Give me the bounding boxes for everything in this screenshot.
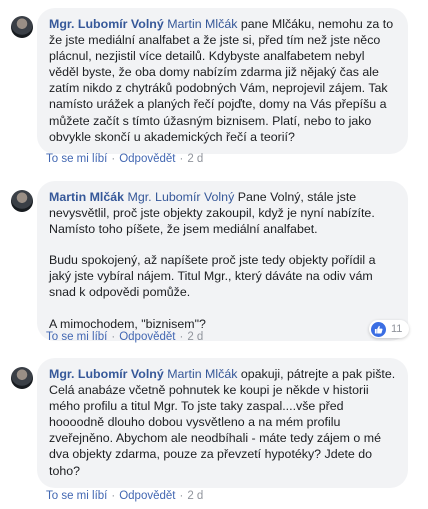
separator-dot: ·: [179, 331, 184, 343]
avatar[interactable]: [11, 16, 33, 38]
timestamp[interactable]: 2 d: [187, 490, 203, 502]
comment-bubble: Mgr. Lubomír Volný Martin Mlčák opakuji,…: [37, 358, 408, 488]
comment-text: Mgr. Lubomír Volný Martin Mlčák pane Mlč…: [49, 16, 396, 145]
comment-bubble: Martin Mlčák Mgr. Lubomír Volný Pane Vol…: [37, 181, 408, 341]
avatar[interactable]: [11, 190, 33, 212]
mention-link[interactable]: Mgr. Lubomír Volný: [128, 190, 235, 204]
author-name[interactable]: Mgr. Lubomír Volný: [49, 17, 164, 31]
reaction-count: 11: [391, 323, 403, 335]
comment-paragraph: A mimochodem, "biznisem"?: [49, 316, 206, 331]
comment-text: Martin Mlčák Mgr. Lubomír Volný Pane Vol…: [49, 189, 396, 237]
comment-actions: To se mi líbí · Odpovědět · 2 d: [46, 490, 203, 502]
thumbs-up-icon: [371, 321, 386, 337]
comment-text: Mgr. Lubomír Volný Martin Mlčák opakuji,…: [49, 366, 396, 479]
mention-link[interactable]: Martin Mlčák: [167, 17, 237, 31]
timestamp[interactable]: 2 d: [187, 331, 203, 343]
mention-link[interactable]: Martin Mlčák: [167, 367, 237, 381]
comment-actions: To se mi líbí · Odpovědět · 2 d: [46, 331, 203, 343]
comment-thread: Mgr. Lubomír Volný Martin Mlčák pane Mlč…: [0, 0, 428, 509]
separator-dot: ·: [111, 331, 116, 343]
avatar[interactable]: [11, 367, 33, 389]
comment-paragraph: Budu spokojený, až napíšete proč jste te…: [49, 253, 376, 300]
reply-link[interactable]: Odpovědět: [119, 153, 175, 165]
comment-actions: To se mi líbí · Odpovědět · 2 d: [46, 153, 203, 165]
separator-dot: ·: [179, 490, 184, 502]
reply-link[interactable]: Odpovědět: [119, 331, 175, 343]
like-link[interactable]: To se mi líbí: [46, 153, 107, 165]
reaction-summary[interactable]: 11: [369, 320, 409, 338]
like-link[interactable]: To se mi líbí: [46, 331, 107, 343]
author-name[interactable]: Martin Mlčák: [49, 190, 124, 204]
separator-dot: ·: [111, 153, 116, 165]
separator-dot: ·: [111, 490, 116, 502]
timestamp[interactable]: 2 d: [187, 153, 203, 165]
comment-paragraph: opakuji, pátrejte a pak pište. Celá anab…: [49, 367, 396, 478]
separator-dot: ·: [179, 153, 184, 165]
like-link[interactable]: To se mi líbí: [46, 490, 107, 502]
author-name[interactable]: Mgr. Lubomír Volný: [49, 367, 164, 381]
reply-link[interactable]: Odpovědět: [119, 490, 175, 502]
comment-bubble: Mgr. Lubomír Volný Martin Mlčák pane Mlč…: [37, 8, 408, 154]
comment-paragraph: pane Mlčáku, nemohu za to že jste mediál…: [49, 17, 394, 144]
